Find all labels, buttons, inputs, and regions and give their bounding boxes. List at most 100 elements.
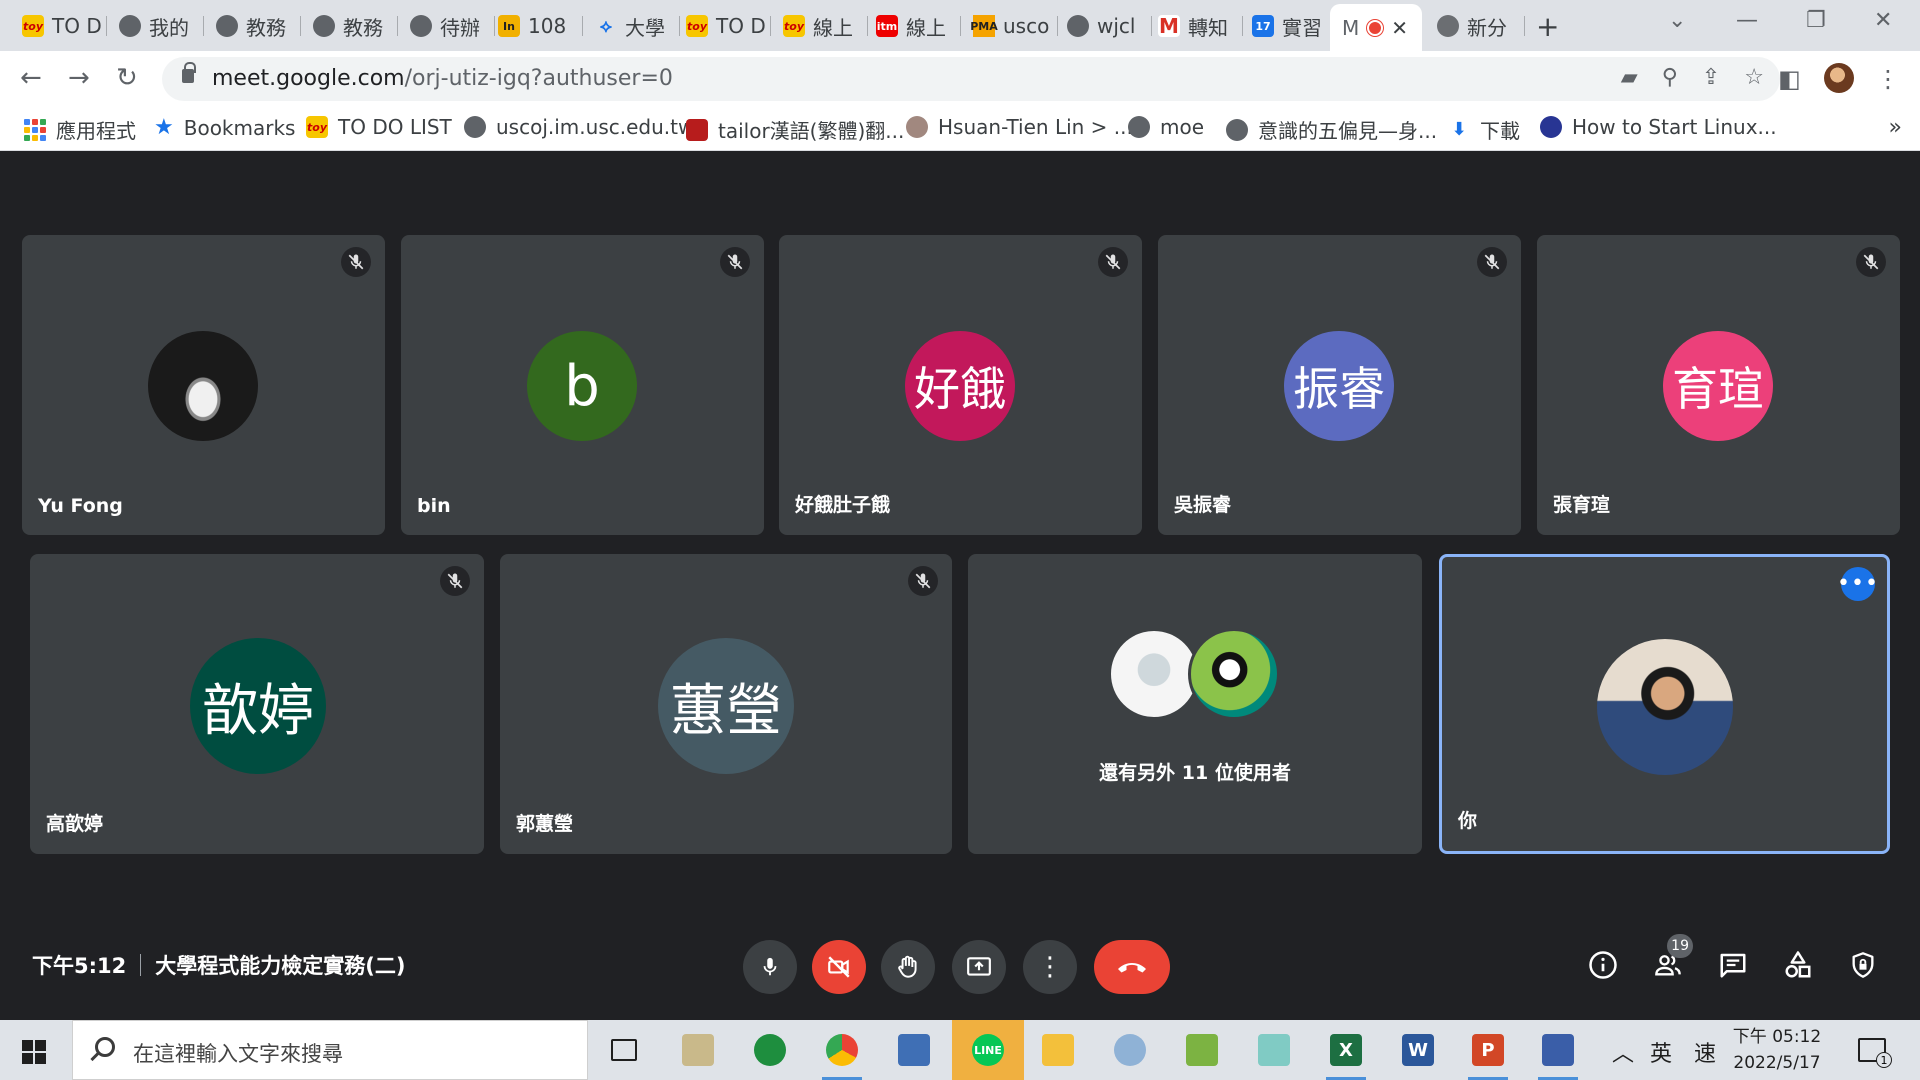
more-options-button[interactable]: •••	[1837, 567, 1878, 601]
browser-tab[interactable]: 教務	[204, 6, 301, 46]
taskbar-search-box[interactable]: 在這裡輸入文字來搜尋	[72, 1020, 588, 1080]
participant-tile[interactable]: 蕙瑩 郭蕙瑩	[500, 554, 952, 854]
reload-button[interactable]: ↻	[116, 63, 138, 93]
others-tile[interactable]: 還有另外 11 位使用者	[968, 554, 1422, 854]
show-hidden-icons[interactable]: ︿	[1612, 1036, 1634, 1068]
line-icon: LINE	[972, 1034, 1004, 1066]
taskbar-app-chrome[interactable]	[820, 1028, 864, 1080]
bookmark-item[interactable]: Hsuan-Tien Lin > ...	[906, 115, 1133, 139]
bookmark-item[interactable]: moe	[1128, 115, 1204, 139]
ime-language-indicator[interactable]: 英	[1650, 1036, 1672, 1068]
participant-tile[interactable]: 歆婷 高歆婷	[30, 554, 484, 854]
taskbar-app-excel[interactable]: X	[1324, 1028, 1368, 1080]
participant-tile[interactable]: b bin	[401, 235, 764, 535]
participant-name: 高歆婷	[46, 813, 104, 835]
tab-label: wjcl	[1097, 14, 1136, 38]
bookmark-item[interactable]: toy TO DO LIST	[306, 115, 452, 139]
globe-icon	[1226, 118, 1248, 141]
browser-tab[interactable]: toy TO D	[674, 6, 771, 46]
windows-start-button[interactable]	[22, 1040, 46, 1064]
host-controls-button[interactable]	[1846, 948, 1880, 982]
present-screen-button[interactable]	[952, 940, 1006, 994]
activities-button[interactable]	[1781, 948, 1815, 982]
bookmark-folder[interactable]: ★ Bookmarks	[154, 115, 295, 140]
mic-button[interactable]	[743, 940, 797, 994]
tablet-app-icon	[1258, 1034, 1290, 1066]
globe-icon	[410, 15, 432, 37]
shapes-icon	[1785, 951, 1811, 978]
bookmark-star-icon[interactable]: ☆	[1744, 65, 1764, 90]
participant-tile[interactable]: 好餓 好餓肚子餓	[779, 235, 1142, 535]
browser-tab[interactable]: 新分	[1425, 6, 1525, 46]
browser-tab[interactable]: itm 線上	[864, 6, 961, 46]
chat-button[interactable]	[1716, 948, 1750, 982]
forward-button[interactable]: →	[68, 63, 90, 93]
people-button[interactable]: 19	[1651, 934, 1693, 982]
side-panel-icon[interactable]: ◧	[1778, 65, 1801, 93]
chrome-icon	[826, 1034, 858, 1066]
browser-tab[interactable]: 教務	[301, 6, 398, 46]
restore-button[interactable]: ❐	[1806, 8, 1826, 33]
browser-tab-active[interactable]: M ✕	[1330, 4, 1422, 51]
taskbar-app[interactable]	[892, 1028, 936, 1072]
participant-tile[interactable]: 振睿 吳振睿	[1158, 235, 1521, 535]
taskbar-app[interactable]	[748, 1028, 792, 1072]
browser-tab[interactable]: 待辦	[398, 6, 495, 46]
minimize-button[interactable]: —	[1736, 8, 1758, 33]
ime-mode-indicator[interactable]: 速	[1694, 1036, 1716, 1068]
bookmark-item[interactable]: How to Start Linux...	[1540, 115, 1777, 139]
tab-search-icon[interactable]: ⌄	[1668, 8, 1686, 33]
globe-icon	[216, 15, 238, 37]
initials-avatar: 歆婷	[190, 638, 326, 774]
browser-tab[interactable]: PMA usco	[961, 6, 1058, 46]
bookmark-item[interactable]: tailor漢語(繁體)翻...	[686, 115, 904, 144]
profile-avatar[interactable]	[1824, 63, 1854, 93]
taskbar-app-word[interactable]: W	[1396, 1028, 1440, 1072]
taskbar-app[interactable]	[1252, 1028, 1296, 1072]
browser-tab[interactable]: M 轉知	[1146, 6, 1243, 46]
meeting-details-button[interactable]	[1586, 948, 1620, 982]
menu-kebab-icon[interactable]: ⋮	[1876, 65, 1900, 93]
bookmark-apps[interactable]: 應用程式	[24, 115, 136, 144]
browser-tab[interactable]: 17 實習	[1240, 6, 1337, 46]
chrome-icon	[1437, 15, 1459, 37]
bookmark-item[interactable]: 意識的五偏見—身...	[1226, 115, 1437, 144]
notification-center-button[interactable]: 1	[1858, 1038, 1892, 1068]
taskbar-app-line[interactable]: LINE	[952, 1020, 1024, 1080]
self-tile[interactable]: ••• 你	[1439, 554, 1890, 854]
zoom-icon[interactable]: ⚲	[1662, 65, 1678, 90]
leave-call-button[interactable]	[1094, 940, 1170, 994]
browser-tab[interactable]: In 108	[486, 6, 583, 46]
new-tab-button[interactable]: +	[1536, 10, 1559, 43]
folder-icon	[1042, 1034, 1074, 1066]
more-options-button[interactable]: ⋮	[1023, 940, 1077, 994]
close-icon[interactable]: ✕	[1391, 16, 1408, 40]
taskbar-app[interactable]	[1036, 1028, 1080, 1072]
taskbar-app-powerpoint[interactable]: P	[1466, 1028, 1510, 1080]
share-icon[interactable]: ⇪	[1702, 65, 1720, 90]
browser-tab[interactable]: 我的	[107, 6, 204, 46]
participant-tile[interactable]: Yu Fong	[22, 235, 385, 535]
bookmarks-overflow-icon[interactable]: »	[1889, 115, 1902, 140]
taskbar-app[interactable]	[1536, 1028, 1580, 1080]
taskbar-clock[interactable]: 下午 05:12 2022/5/17	[1718, 1024, 1836, 1076]
browser-tab[interactable]: toy TO D	[10, 6, 107, 46]
taskbar-app[interactable]	[1108, 1028, 1152, 1072]
browser-tab[interactable]: toy 線上	[771, 6, 868, 46]
raise-hand-button[interactable]	[881, 940, 935, 994]
camera-icon[interactable]: ▰	[1621, 65, 1638, 90]
camera-off-button[interactable]	[812, 940, 866, 994]
participant-tile[interactable]: 育瑄 張育瑄	[1537, 235, 1900, 535]
bookmark-item[interactable]: ⬇ 下載	[1448, 115, 1520, 144]
taskbar-app[interactable]	[676, 1028, 720, 1072]
clock-date: 2022/5/17	[1733, 1053, 1821, 1073]
taskbar-app[interactable]	[1180, 1028, 1224, 1072]
bookmark-item[interactable]: uscoj.im.usc.edu.tw	[464, 115, 694, 139]
task-view-button[interactable]	[602, 1028, 646, 1072]
back-button[interactable]: ←	[20, 63, 42, 93]
mic-off-icon	[1856, 247, 1886, 277]
address-bar[interactable]: meet.google.com/orj-utiz-igq?authuser=0 …	[162, 57, 1780, 101]
close-window-button[interactable]: ✕	[1874, 8, 1892, 33]
browser-tab[interactable]: ⟡ 大學	[583, 6, 680, 46]
browser-tab[interactable]: wjcl	[1055, 6, 1152, 46]
